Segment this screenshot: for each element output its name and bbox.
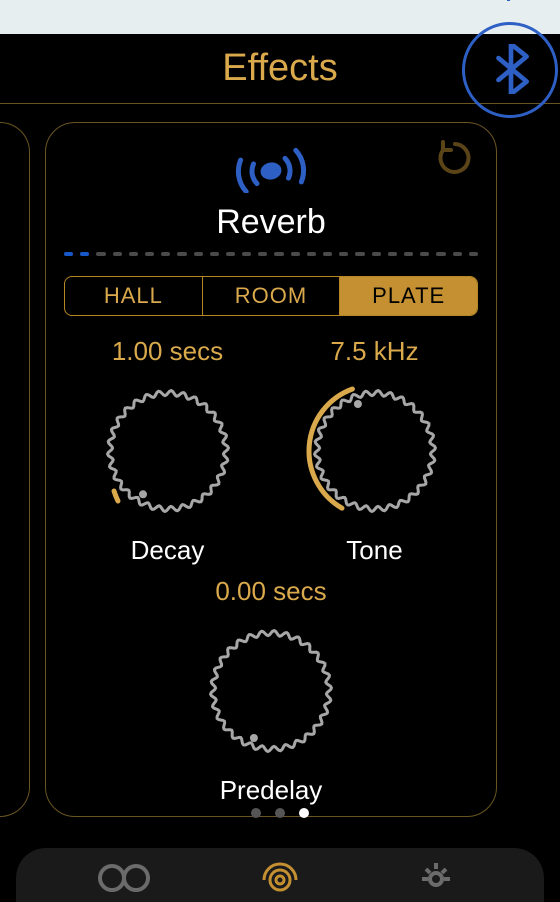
progress-dash (453, 252, 462, 256)
decay-label: Decay (131, 535, 205, 566)
progress-dash (372, 252, 381, 256)
progress-dash (80, 252, 89, 256)
effect-panel-reverb: Reverb HALL ROOM PLATE 1.00 secs Decay (45, 122, 497, 817)
page-dot[interactable] (251, 808, 261, 818)
progress-dash (291, 252, 300, 256)
decay-knob-graphic (98, 381, 238, 521)
mode-room[interactable]: ROOM (202, 277, 340, 315)
gear-icon (414, 853, 458, 897)
knob-row-top: 1.00 secs Decay 7.5 kHz Tone (64, 336, 478, 566)
progress-dash (161, 252, 170, 256)
mode-plate[interactable]: PLATE (339, 277, 477, 315)
progress-dash (96, 252, 105, 256)
page-title: Effects (222, 47, 337, 90)
previous-panel-peek[interactable] (0, 122, 30, 817)
tone-column: 7.5 kHz Tone (285, 336, 465, 566)
effect-name: Reverb (64, 203, 478, 242)
tone-label: Tone (346, 535, 402, 566)
tone-knob[interactable] (305, 381, 445, 521)
predelay-value: 0.00 secs (215, 576, 326, 607)
page-dots[interactable] (0, 808, 560, 818)
reset-icon (435, 138, 475, 178)
progress-dash (113, 252, 122, 256)
progress-dash (307, 252, 316, 256)
reverb-icon (211, 143, 331, 193)
app-window: Effects (0, 34, 560, 902)
page-dot[interactable] (275, 808, 285, 818)
progress-dash (420, 252, 429, 256)
progress-dash (388, 252, 397, 256)
progress-dash (436, 252, 445, 256)
tab-bar (16, 848, 544, 902)
progress-dash (64, 252, 73, 256)
progress-dash (258, 252, 267, 256)
effects-icon (257, 852, 303, 898)
progress-dashes (64, 252, 478, 258)
progress-dash (129, 252, 138, 256)
loops-icon (97, 858, 151, 892)
progress-dash (226, 252, 235, 256)
progress-dash (339, 252, 348, 256)
reverb-mode-segmented: HALL ROOM PLATE (64, 276, 478, 316)
predelay-column: 0.00 secs Predelay (181, 576, 361, 806)
progress-dash (194, 252, 203, 256)
progress-dash (242, 252, 251, 256)
panel-header (64, 137, 478, 199)
panels-carousel[interactable]: Reverb HALL ROOM PLATE 1.00 secs Decay (0, 104, 560, 824)
progress-dash (145, 252, 154, 256)
page-backdrop: Effects (0, 0, 560, 902)
predelay-knob-graphic (201, 621, 341, 761)
progress-dash (210, 252, 219, 256)
tab-loops[interactable] (94, 851, 154, 899)
reset-button[interactable] (432, 135, 478, 181)
progress-dash (355, 252, 364, 256)
mode-hall[interactable]: HALL (65, 277, 202, 315)
tone-knob-graphic (305, 381, 445, 521)
predelay-knob[interactable] (201, 621, 341, 761)
progress-dash (274, 252, 283, 256)
progress-dash (323, 252, 332, 256)
progress-dash (177, 252, 186, 256)
progress-dash (404, 252, 413, 256)
page-dot[interactable] (299, 808, 309, 818)
bluetooth-icon (492, 44, 530, 94)
knob-row-bottom: 0.00 secs Predelay (64, 576, 478, 806)
decay-value: 1.00 secs (112, 336, 223, 367)
progress-dash (469, 252, 478, 256)
tab-effects[interactable] (250, 851, 310, 899)
callout-line (507, 0, 510, 1)
predelay-label: Predelay (220, 775, 323, 806)
decay-knob[interactable] (98, 381, 238, 521)
bluetooth-button[interactable] (476, 34, 546, 104)
tab-settings[interactable] (406, 851, 466, 899)
tone-value: 7.5 kHz (330, 336, 418, 367)
decay-column: 1.00 secs Decay (78, 336, 258, 566)
header-bar: Effects (0, 34, 560, 104)
